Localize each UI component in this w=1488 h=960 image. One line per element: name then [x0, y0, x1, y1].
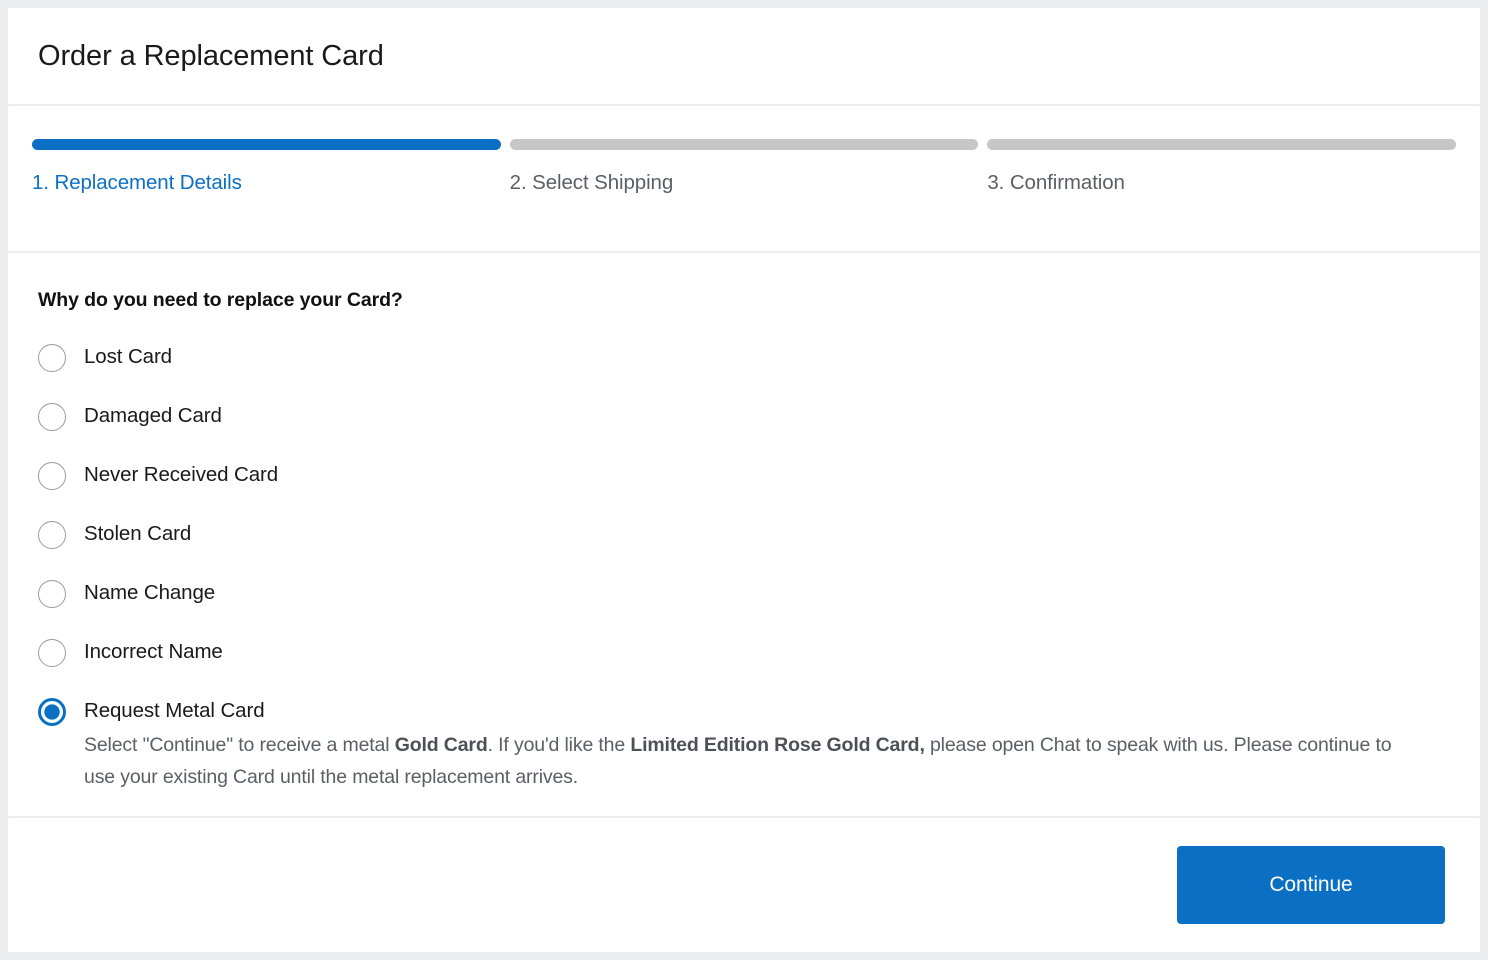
radio-label-lost-card: Lost Card — [84, 344, 172, 370]
metal-card-description: Select "Continue" to receive a metal Gol… — [84, 730, 1424, 793]
replacement-reason-radio-group: Lost Card Damaged Card Never Received Ca… — [38, 343, 1450, 793]
order-replacement-card-panel: Order a Replacement Card 1. Replacement … — [8, 8, 1480, 952]
radio-option-incorrect-name[interactable]: Incorrect Name — [38, 638, 1450, 667]
radio-unchecked-icon[interactable] — [38, 580, 66, 608]
radio-body: Incorrect Name — [66, 638, 223, 665]
stepper-bar-3 — [987, 139, 1456, 150]
radio-body: Damaged Card — [66, 402, 222, 429]
progress-stepper: 1. Replacement Details 2. Select Shippin… — [8, 106, 1480, 253]
app-root: Order a Replacement Card 1. Replacement … — [0, 0, 1488, 960]
replacement-reason-section: Why do you need to replace your Card? Lo… — [8, 253, 1480, 816]
radio-unchecked-icon[interactable] — [38, 344, 66, 372]
radio-label-name-change: Name Change — [84, 580, 215, 606]
radio-body: Lost Card — [66, 343, 172, 370]
radio-body: Name Change — [66, 579, 215, 606]
desc-bold-gold-card: Gold Card — [395, 734, 488, 756]
radio-body: Request Metal Card Select "Continue" to … — [66, 697, 1424, 793]
desc-part-2: . If you'd like the — [488, 734, 631, 756]
radio-checked-icon[interactable] — [38, 698, 66, 726]
stepper-bar-2 — [510, 139, 979, 150]
radio-option-damaged-card[interactable]: Damaged Card — [38, 402, 1450, 431]
radio-option-lost-card[interactable]: Lost Card — [38, 343, 1450, 372]
stepper-bar-1 — [32, 139, 501, 150]
stepper-step-confirmation[interactable]: 3. Confirmation — [978, 171, 1456, 195]
radio-unchecked-icon[interactable] — [38, 521, 66, 549]
continue-button[interactable]: Continue — [1177, 846, 1445, 924]
desc-bold-rose-gold-card: Limited Edition Rose Gold Card, — [630, 734, 924, 756]
stepper-step-select-shipping[interactable]: 2. Select Shipping — [501, 171, 979, 195]
card-header: Order a Replacement Card — [8, 8, 1480, 106]
radio-body: Never Received Card — [66, 461, 278, 488]
radio-unchecked-icon[interactable] — [38, 403, 66, 431]
radio-label-stolen-card: Stolen Card — [84, 521, 191, 547]
radio-label-never-received-card: Never Received Card — [84, 462, 278, 488]
stepper-labels: 1. Replacement Details 2. Select Shippin… — [32, 171, 1456, 195]
radio-option-never-received-card[interactable]: Never Received Card — [38, 461, 1450, 490]
radio-option-name-change[interactable]: Name Change — [38, 579, 1450, 608]
question-label: Why do you need to replace your Card? — [38, 289, 1450, 312]
stepper-step-replacement-details[interactable]: 1. Replacement Details — [32, 171, 501, 195]
stepper-bars — [32, 139, 1456, 150]
radio-label-request-metal-card: Request Metal Card — [84, 698, 1424, 724]
card-footer: Continue — [8, 816, 1480, 952]
radio-option-stolen-card[interactable]: Stolen Card — [38, 520, 1450, 549]
radio-label-damaged-card: Damaged Card — [84, 403, 222, 429]
radio-label-incorrect-name: Incorrect Name — [84, 639, 223, 665]
radio-unchecked-icon[interactable] — [38, 639, 66, 667]
desc-part-1: Select "Continue" to receive a metal — [84, 734, 395, 756]
radio-unchecked-icon[interactable] — [38, 462, 66, 490]
page-title: Order a Replacement Card — [38, 39, 384, 74]
radio-body: Stolen Card — [66, 520, 191, 547]
radio-option-request-metal-card[interactable]: Request Metal Card Select "Continue" to … — [38, 697, 1450, 793]
